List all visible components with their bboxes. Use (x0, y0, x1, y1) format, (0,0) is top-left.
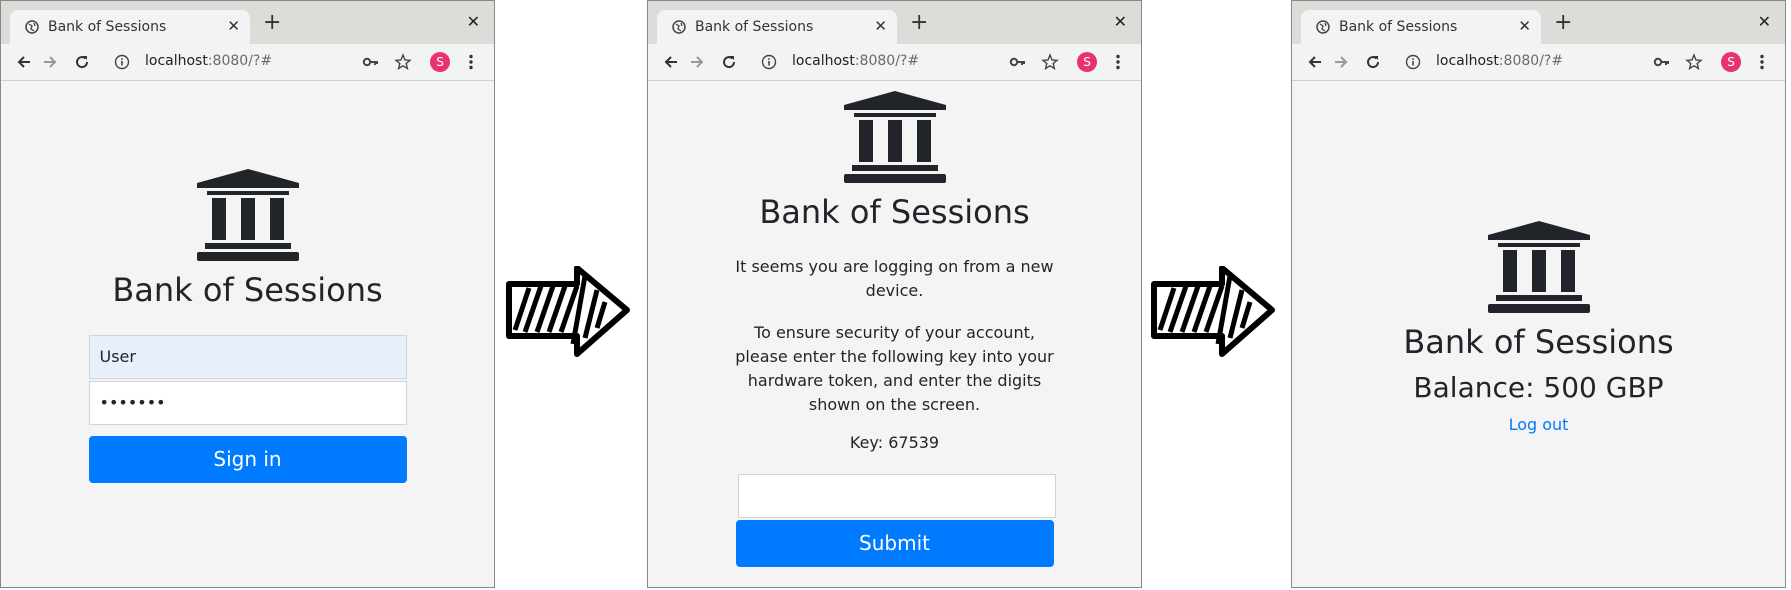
tab-strip: Bank of Sessions ✕ + ✕ (1, 1, 494, 44)
page-title: Bank of Sessions (112, 271, 383, 309)
kebab-menu-icon[interactable] (1109, 53, 1127, 71)
new-device-message: It seems you are logging on from a new d… (735, 257, 1054, 300)
reload-icon[interactable] (73, 53, 91, 71)
account-page: Bank of Sessions Balance: 500 GBP Log ou… (1292, 81, 1785, 587)
reload-icon[interactable] (720, 53, 738, 71)
forward-arrow-icon[interactable] (1332, 53, 1350, 71)
url-host: localhost (792, 53, 855, 69)
browser-tab[interactable]: Bank of Sessions ✕ (1301, 10, 1541, 44)
kebab-menu-icon[interactable] (1753, 53, 1771, 71)
tab-close-icon[interactable]: ✕ (227, 17, 240, 35)
address-bar[interactable]: localhost:8080/?# (1436, 53, 1563, 69)
verification-page: Bank of Sessions It seems you are loggin… (648, 81, 1141, 587)
profile-avatar[interactable]: S (1721, 52, 1741, 72)
globe-icon (25, 20, 39, 34)
bank-icon (196, 169, 299, 261)
kebab-menu-icon[interactable] (462, 53, 480, 71)
browser-toolbar: localhost:8080/?# S (1, 44, 494, 81)
tab-strip: Bank of Sessions ✕ + ✕ (648, 1, 1141, 44)
profile-avatar[interactable]: S (430, 52, 450, 72)
url-host: localhost (1436, 53, 1499, 69)
username-field[interactable]: User (88, 335, 407, 379)
address-bar[interactable]: localhost:8080/?# (792, 53, 919, 69)
browser-window-login: Bank of Sessions ✕ + ✕ localhost:8080/?# (0, 0, 495, 588)
site-info-icon[interactable] (114, 54, 130, 70)
tab-title: Bank of Sessions (48, 19, 167, 35)
window-close-icon[interactable]: ✕ (467, 12, 480, 31)
key-display: Key: 67539 (849, 433, 940, 452)
logout-link[interactable]: Log out (1292, 415, 1785, 434)
url-path: :8080/?# (854, 53, 920, 69)
browser-window-verify: Bank of Sessions ✕ + ✕ localhost:8080/?# (647, 0, 1142, 588)
key-icon[interactable] (362, 53, 380, 71)
url-host: localhost (145, 53, 208, 69)
browser-tab[interactable]: Bank of Sessions ✕ (10, 10, 250, 44)
browser-tab[interactable]: Bank of Sessions ✕ (657, 10, 897, 44)
new-tab-icon[interactable]: + (263, 10, 281, 36)
bank-logo (1486, 221, 1592, 319)
window-close-icon[interactable]: ✕ (1758, 12, 1771, 31)
tab-title: Bank of Sessions (1339, 19, 1458, 35)
balance-display: Balance: 500 GBP (1413, 371, 1664, 404)
new-tab-icon[interactable]: + (910, 10, 928, 36)
bank-logo (842, 91, 948, 189)
window-close-icon[interactable]: ✕ (1114, 12, 1127, 31)
browser-toolbar: localhost:8080/?# S (648, 44, 1141, 81)
submit-button[interactable]: Submit (735, 520, 1054, 567)
profile-avatar[interactable]: S (1077, 52, 1097, 72)
login-page: Bank of Sessions User ••••••• Sign in (1, 81, 494, 587)
browser-window-account: Bank of Sessions ✕ + ✕ localhost:8080/?# (1291, 0, 1786, 588)
browser-toolbar: localhost:8080/?# S (1292, 44, 1785, 81)
flow-arrow-icon (506, 266, 630, 357)
globe-icon (672, 20, 686, 34)
key-icon[interactable] (1653, 53, 1671, 71)
back-arrow-icon[interactable] (15, 53, 33, 71)
bank-icon (843, 91, 946, 183)
tab-title: Bank of Sessions (695, 19, 814, 35)
tab-close-icon[interactable]: ✕ (1518, 17, 1531, 35)
page-title: Bank of Sessions (1403, 323, 1674, 361)
sign-in-button[interactable]: Sign in (88, 436, 407, 483)
tab-strip: Bank of Sessions ✕ + ✕ (1292, 1, 1785, 44)
globe-icon (1316, 20, 1330, 34)
address-bar[interactable]: localhost:8080/?# (145, 53, 272, 69)
site-info-icon[interactable] (761, 54, 777, 70)
reload-icon[interactable] (1364, 53, 1382, 71)
back-arrow-icon[interactable] (662, 53, 680, 71)
forward-arrow-icon[interactable] (41, 53, 59, 71)
site-info-icon[interactable] (1405, 54, 1421, 70)
password-field[interactable]: ••••••• (88, 381, 407, 425)
tab-close-icon[interactable]: ✕ (874, 17, 887, 35)
bank-icon (1487, 221, 1590, 313)
security-instructions: To ensure security of your account, plea… (735, 323, 1054, 414)
bank-logo (195, 169, 301, 267)
code-input[interactable] (738, 474, 1056, 518)
forward-arrow-icon[interactable] (688, 53, 706, 71)
bookmark-star-icon[interactable] (1685, 53, 1703, 71)
url-path: :8080/?# (1498, 53, 1564, 69)
new-tab-icon[interactable]: + (1554, 10, 1572, 36)
url-path: :8080/?# (207, 53, 273, 69)
page-title: Bank of Sessions (759, 193, 1030, 231)
bookmark-star-icon[interactable] (1041, 53, 1059, 71)
back-arrow-icon[interactable] (1306, 53, 1324, 71)
key-icon[interactable] (1009, 53, 1027, 71)
bookmark-star-icon[interactable] (394, 53, 412, 71)
flow-arrow-icon (1151, 266, 1275, 357)
